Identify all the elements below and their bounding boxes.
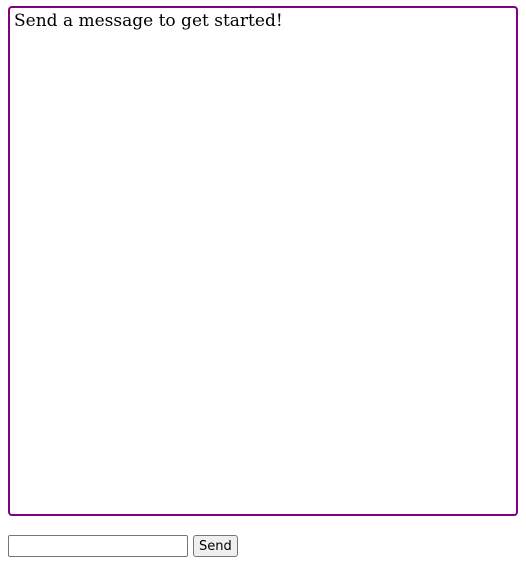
message-composer: Send	[8, 535, 238, 557]
send-button[interactable]: Send	[193, 535, 238, 557]
empty-chat-message: Send a message to get started!	[14, 11, 283, 31]
message-input[interactable]	[8, 535, 188, 557]
chat-log: Send a message to get started!	[8, 6, 518, 516]
